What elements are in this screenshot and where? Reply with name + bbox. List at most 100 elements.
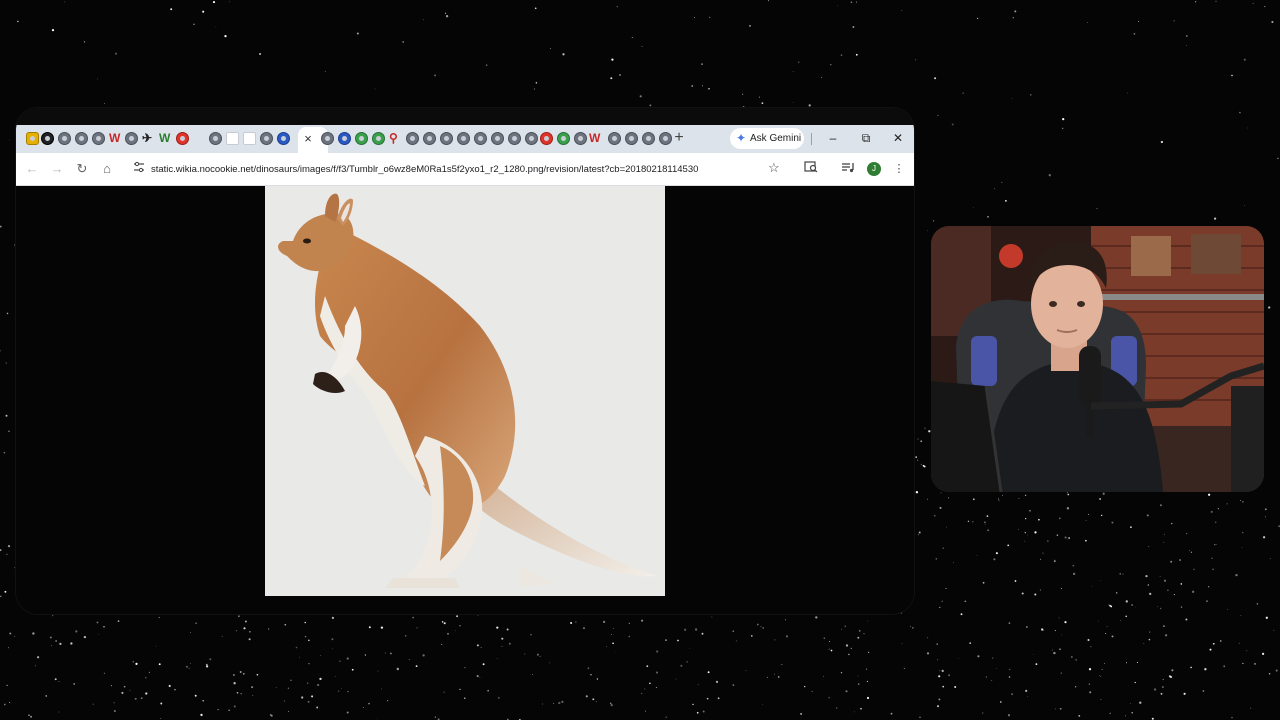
tab-favicon[interactable] [540, 132, 553, 145]
kangaroo-illustration[interactable] [265, 186, 665, 596]
tab-favicon[interactable] [26, 132, 39, 145]
star [1070, 655, 1073, 659]
star [745, 669, 747, 672]
tab-favicon[interactable] [226, 132, 239, 145]
tab-favicon[interactable] [209, 132, 222, 145]
star [1210, 510, 1213, 513]
tab-favicon[interactable] [608, 132, 621, 145]
star [1254, 663, 1256, 665]
tab-favicon[interactable] [277, 132, 290, 145]
reload-icon[interactable]: ↻ [74, 161, 90, 177]
star [0, 350, 1, 352]
tab-favicon-w[interactable]: W [589, 129, 600, 147]
bookmark-star-icon[interactable]: ☆ [768, 160, 780, 176]
tab-favicon[interactable] [491, 132, 504, 145]
profile-avatar[interactable]: J [867, 162, 881, 176]
star [760, 626, 762, 627]
tab-favicon[interactable] [125, 132, 138, 145]
star [202, 10, 205, 13]
star [1265, 616, 1268, 619]
star [1160, 140, 1164, 144]
star [1088, 683, 1091, 685]
menu-kebab-icon[interactable]: ⋮ [891, 161, 907, 177]
tab-favicon[interactable] [58, 132, 71, 145]
tab-favicon[interactable] [321, 132, 334, 145]
star [1206, 600, 1208, 602]
home-icon[interactable]: ⌂ [99, 161, 115, 177]
star [927, 637, 929, 639]
star [945, 587, 947, 590]
tab-favicon-bird[interactable]: ✈ [142, 129, 152, 147]
star [189, 632, 191, 634]
tab-favicon[interactable] [642, 132, 655, 145]
tab-close-icon[interactable]: × [301, 130, 315, 148]
star [1191, 590, 1195, 593]
tab-favicon[interactable] [243, 132, 256, 145]
star [1252, 3, 1254, 5]
star [1239, 111, 1241, 114]
close-window-icon[interactable]: ✕ [889, 129, 907, 147]
tab-favicon[interactable] [423, 132, 436, 145]
star [708, 87, 710, 90]
restore-icon[interactable]: ⧉ [857, 129, 875, 147]
ask-gemini-button[interactable]: ✦ Ask Gemini [730, 128, 804, 149]
star [1024, 494, 1027, 497]
tab-favicon[interactable] [440, 132, 453, 145]
star [829, 641, 831, 643]
star [1208, 586, 1210, 588]
tab-favicon[interactable] [574, 132, 587, 145]
star [1250, 707, 1252, 709]
star [1111, 635, 1114, 638]
star [993, 558, 996, 561]
tab-favicon[interactable] [260, 132, 273, 145]
star [1148, 546, 1150, 548]
star [609, 702, 612, 705]
star [268, 628, 270, 630]
tab-favicon[interactable] [338, 132, 351, 145]
star [1027, 696, 1028, 697]
star [954, 686, 957, 688]
star [202, 699, 205, 702]
minimize-icon[interactable]: – [824, 129, 842, 147]
tab-favicon[interactable] [508, 132, 521, 145]
star [155, 645, 157, 647]
tab-favicon[interactable] [474, 132, 487, 145]
tab-favicon-w[interactable]: W [109, 129, 120, 147]
star [73, 682, 76, 685]
star [920, 463, 923, 466]
star [1268, 672, 1271, 675]
star [238, 615, 240, 617]
media-control-icon[interactable] [840, 161, 856, 177]
tab-favicon[interactable] [355, 132, 368, 145]
tab-favicon[interactable] [625, 132, 638, 145]
star [497, 696, 500, 699]
star [596, 701, 597, 702]
site-info-icon[interactable] [132, 161, 146, 177]
star [701, 632, 704, 635]
tab-favicon[interactable] [406, 132, 419, 145]
forward-button-icon[interactable]: → [49, 161, 65, 177]
search-image-icon[interactable] [803, 161, 819, 177]
tab-favicon[interactable] [41, 132, 54, 145]
star [1227, 608, 1229, 610]
star [611, 58, 614, 61]
star [1126, 662, 1127, 664]
tab-favicon[interactable] [525, 132, 538, 145]
star [168, 684, 171, 688]
star [985, 676, 988, 678]
star [243, 673, 245, 675]
tab-favicon[interactable] [372, 132, 385, 145]
tab-favicon[interactable] [457, 132, 470, 145]
tab-favicon[interactable] [176, 132, 189, 145]
tab-favicon[interactable] [75, 132, 88, 145]
star [396, 667, 399, 671]
tab-favicon[interactable] [557, 132, 570, 145]
address-bar-url[interactable]: static.wikia.nocookie.net/dinosaurs/imag… [151, 162, 751, 178]
new-tab-button[interactable]: + [671, 129, 687, 147]
back-button-icon[interactable]: ← [24, 161, 40, 177]
tab-favicon-w[interactable]: W [159, 129, 170, 147]
star [362, 707, 364, 708]
star [9, 701, 11, 703]
tab-favicon-run[interactable]: ⚲ [389, 129, 398, 147]
tab-favicon[interactable] [92, 132, 105, 145]
